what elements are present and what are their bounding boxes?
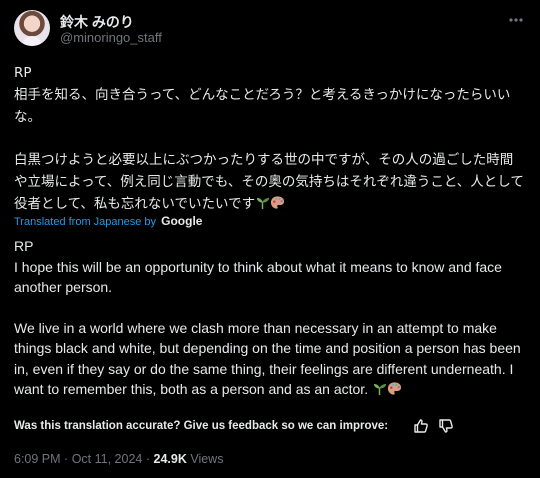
author-display-name[interactable]: 鈴木 みのり: [60, 12, 134, 32]
views-label: Views: [190, 452, 224, 466]
original-line-2: 白黒つけようと必要以上にぶつかったりする世の中ですが、その人の過ごした時間や立場…: [14, 149, 526, 217]
seedling-icon: [372, 381, 387, 402]
original-tweet-text: RP 相手を知る、向き合うって、どんなことだろう？と考えるきっかけになったらいい…: [14, 62, 526, 217]
thumbs-up-icon[interactable]: [413, 418, 429, 434]
tweet-date[interactable]: Oct 11, 2024: [72, 452, 143, 466]
translation-attribution: Translated from Japanese by Google: [14, 214, 202, 228]
tweet-meta: 6:09 PM · Oct 11, 2024 · 24.9K Views: [14, 452, 223, 466]
seedling-icon: [255, 195, 270, 217]
palette-icon: [387, 381, 402, 402]
views-count: 24.9K: [153, 452, 187, 466]
translation-attribution-text: Translated from Japanese by: [14, 216, 157, 228]
original-line-1: 相手を知る、向き合うって、どんなことだろう？と考えるきっかけになったらいいな。: [14, 87, 511, 125]
translated-line-rp: RP: [14, 238, 34, 254]
original-line-rp: RP: [14, 65, 32, 81]
more-horizontal-icon[interactable]: [506, 10, 526, 30]
palette-icon: [270, 195, 285, 217]
translated-tweet-text: RP I hope this will be an opportunity to…: [14, 236, 526, 402]
translated-line-2-text: We live in a world where we clash more t…: [14, 319, 521, 398]
google-logo: Google: [161, 214, 203, 228]
meta-separator: ·: [145, 452, 151, 466]
tweet-time[interactable]: 6:09 PM: [14, 452, 61, 466]
author-handle[interactable]: @minoringo_staff: [60, 30, 162, 45]
translated-line-2: We live in a world where we clash more t…: [14, 318, 526, 402]
translated-line-1: I hope this will be an opportunity to th…: [14, 258, 502, 296]
meta-separator: ·: [64, 452, 69, 466]
avatar[interactable]: [14, 10, 50, 46]
thumbs-down-icon[interactable]: [438, 418, 454, 434]
translation-feedback-prompt: Was this translation accurate? Give us f…: [14, 420, 389, 432]
tweet-header: 鈴木 みのり @minoringo_staff: [14, 10, 526, 50]
